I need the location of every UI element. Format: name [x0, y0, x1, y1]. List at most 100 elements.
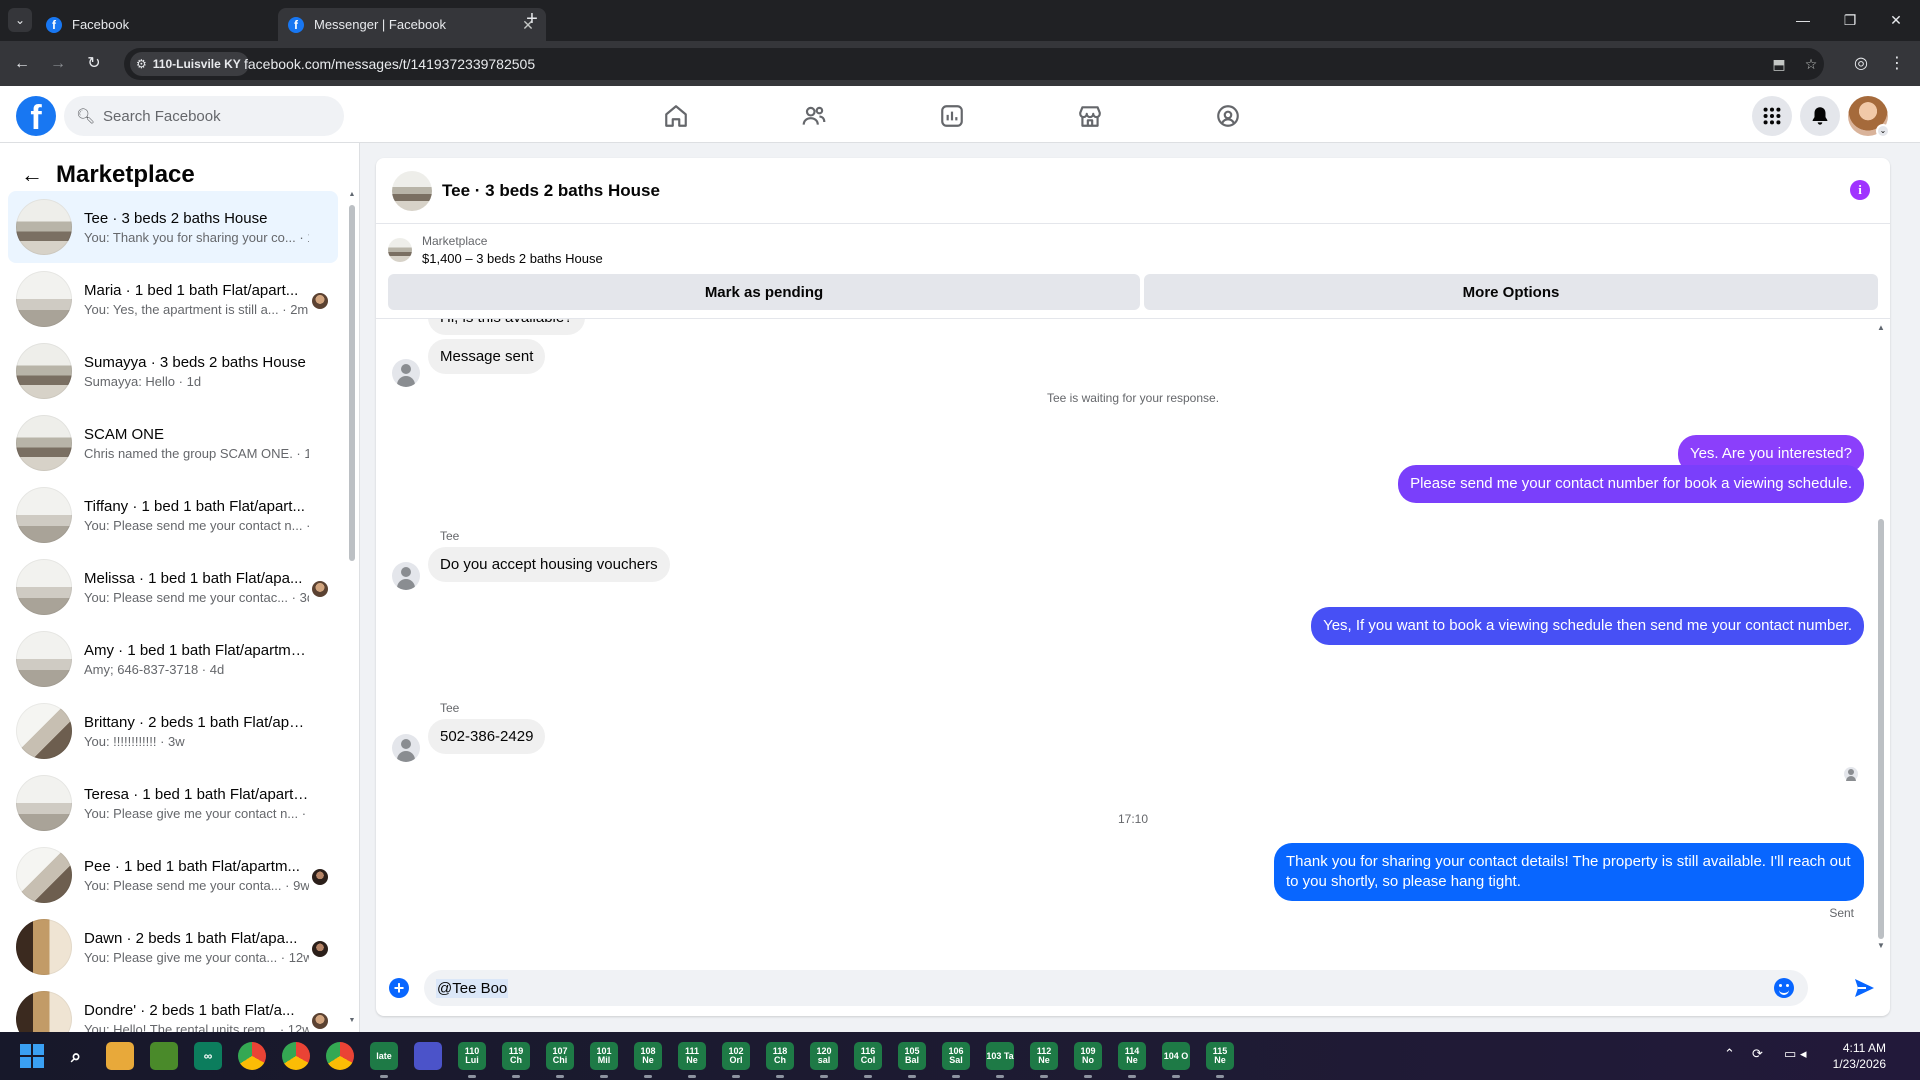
chevron-down-icon: ⌄ [1876, 124, 1890, 138]
taskbar-app-102[interactable]: 102 Orl [722, 1042, 750, 1078]
home-nav-icon[interactable] [620, 96, 732, 136]
taskbar-app-101[interactable]: 101 Mil [590, 1042, 618, 1078]
listing-summary[interactable]: Marketplace $1,400 – 3 beds 2 baths Hous… [388, 232, 603, 268]
forward-arrow-icon[interactable]: → [45, 51, 71, 77]
scroll-down-arrow-icon[interactable]: ▼ [348, 1017, 356, 1024]
conversation-item[interactable]: Sumayya · 3 beds 2 baths House Sumayya: H… [8, 335, 338, 407]
conversation-name: Amy · 1 bed 1 bath Flat/apartment [84, 641, 309, 659]
sync-icon[interactable]: ⟳ [1752, 1046, 1763, 1062]
plus-icon[interactable]: + [389, 978, 409, 998]
file-explorer-icon[interactable] [106, 1042, 134, 1070]
browser-menu-icon[interactable]: ⋮ [1884, 51, 1910, 77]
bookmark-star-icon[interactable]: ☆ [1801, 54, 1821, 74]
friends-nav-icon[interactable] [758, 96, 870, 136]
back-arrow-icon[interactable]: ← [16, 159, 48, 191]
search-input[interactable] [103, 107, 324, 125]
scroll-down-arrow-icon[interactable]: ▼ [1876, 941, 1886, 950]
conversation-item[interactable]: Amy · 1 bed 1 bath Flat/apartment Amy; 64… [8, 623, 338, 695]
reload-icon[interactable]: ↻ [81, 51, 107, 77]
gaming-nav-icon[interactable] [1172, 96, 1284, 136]
taskbar-app-103[interactable]: 103 Ta [986, 1042, 1014, 1078]
system-clock[interactable]: 4:11 AM 1/23/2026 [1816, 1040, 1886, 1072]
notifications-bell-icon[interactable] [1800, 96, 1840, 136]
back-arrow-icon[interactable]: ← [9, 51, 35, 77]
install-app-icon[interactable]: ⬒ [1769, 54, 1789, 74]
taskbar-app-104[interactable]: 104 O [1162, 1042, 1190, 1078]
conversation-name: Maria · 1 bed 1 bath Flat/apart... [84, 281, 299, 299]
restore-window-icon[interactable]: ❐ [1827, 6, 1873, 34]
network-icon[interactable]: ▭ [1784, 1046, 1796, 1062]
taskbar-app-120[interactable]: 120 sal [810, 1042, 838, 1078]
profile-icon[interactable]: ◎ [1848, 51, 1874, 77]
marketplace-nav-icon[interactable] [1034, 96, 1146, 136]
address-bar[interactable]: ⚙ 110-Luisvile KY facebook.com/messages/… [124, 48, 1824, 80]
conversation-item[interactable]: Melissa · 1 bed 1 bath Flat/apa... You: P… [8, 551, 338, 623]
sidebar-scrollbar[interactable]: ▲ ▼ [348, 191, 356, 1027]
sender-avatar [392, 734, 420, 762]
taskbar-app-112[interactable]: 112 Ne [1030, 1042, 1058, 1078]
infinity-app-icon[interactable]: ∞ [194, 1042, 222, 1070]
volume-icon[interactable]: ◂ [1800, 1046, 1807, 1062]
scrollbar-thumb[interactable] [1878, 519, 1884, 939]
listing-thumbnail [16, 415, 72, 471]
waiting-notice: Tee is waiting for your response. [1046, 391, 1220, 405]
windows-start-icon[interactable] [20, 1044, 44, 1068]
conversation-item[interactable]: Dondre' · 2 beds 1 bath Flat/a... You: He… [8, 983, 338, 1032]
taskbar-app-106[interactable]: 106 Sal [942, 1042, 970, 1078]
menu-grid-icon[interactable] [1752, 96, 1792, 136]
taskbar-app-111[interactable]: 111 Ne [678, 1042, 706, 1078]
listing-thumbnail [16, 703, 72, 759]
browser-tab-facebook[interactable]: f Facebook ✕ [36, 8, 304, 41]
scrollbar-thumb[interactable] [349, 205, 355, 561]
conversation-item[interactable]: SCAM ONE Chris named the group SCAM ONE. … [8, 407, 338, 479]
message-input[interactable]: @Tee Boo [424, 970, 1808, 1006]
conversation-item[interactable]: Dawn · 2 beds 1 bath Flat/apa... You: Ple… [8, 911, 338, 983]
conversation-item[interactable]: Tee · 3 beds 2 baths House You: Thank you… [8, 191, 338, 263]
search-icon[interactable]: ⌕ [62, 1042, 90, 1070]
taskbar-app-116[interactable]: 116 Col [854, 1042, 882, 1078]
chrome-icon[interactable] [238, 1042, 266, 1070]
taskbar-app-114[interactable]: 114 Ne [1118, 1042, 1146, 1078]
tab-search-chevron-icon[interactable]: ⌄ [8, 8, 32, 32]
video-nav-icon[interactable] [896, 96, 1008, 136]
scroll-up-arrow-icon[interactable]: ▲ [1876, 323, 1886, 332]
url-text[interactable]: facebook.com/messages/t/1419372339782505 [244, 56, 535, 72]
taskbar-app-107[interactable]: 107 Chi [546, 1042, 574, 1078]
chat-listing-avatar[interactable] [392, 170, 432, 211]
scroll-up-arrow-icon[interactable]: ▲ [348, 191, 356, 198]
chat-title[interactable]: Tee · 3 beds 2 baths House [442, 181, 660, 201]
app-icon[interactable] [414, 1042, 442, 1070]
site-info-chip[interactable]: ⚙ 110-Luisvile KY [130, 52, 249, 76]
mark-as-pending-button[interactable]: Mark as pending [388, 274, 1140, 310]
chrome-icon[interactable] [326, 1042, 354, 1070]
conversation-item[interactable]: Teresa · 1 bed 1 bath Flat/apartm... You:… [8, 767, 338, 839]
taskbar-app-115[interactable]: 115 Ne [1206, 1042, 1234, 1078]
minimize-window-icon[interactable]: — [1780, 6, 1826, 34]
browser-tab-messenger[interactable]: f Messenger | Facebook ✕ [278, 8, 546, 41]
conversation-item[interactable]: Maria · 1 bed 1 bath Flat/apart... You: Y… [8, 263, 338, 335]
facebook-logo-icon[interactable]: f [16, 96, 56, 136]
taskbar-app-105[interactable]: 105 Bal [898, 1042, 926, 1078]
taskbar-app-108[interactable]: 108 Ne [634, 1042, 662, 1078]
info-icon[interactable]: i [1850, 180, 1870, 200]
more-options-button[interactable]: More Options [1144, 274, 1878, 310]
taskbar-app-110[interactable]: 110 Lui [458, 1042, 486, 1078]
conversation-item[interactable]: Brittany · 2 beds 1 bath Flat/apa... You:… [8, 695, 338, 767]
chrome-icon[interactable] [282, 1042, 310, 1070]
thread-scrollbar[interactable]: ▲ ▼ [1876, 323, 1886, 953]
facebook-search[interactable]: 🔍︎ [64, 96, 344, 136]
emoji-icon[interactable] [1774, 978, 1794, 998]
composer-text[interactable]: @Tee Boo [436, 978, 509, 998]
tray-chevron-up-icon[interactable]: ⌃ [1724, 1046, 1735, 1062]
send-icon[interactable] [1852, 976, 1876, 1000]
taskbar-app-109[interactable]: 109 No [1074, 1042, 1102, 1078]
taskbar-app-119[interactable]: 119 Ch [502, 1042, 530, 1078]
close-window-icon[interactable]: ✕ [1873, 6, 1919, 34]
notepad-icon[interactable] [150, 1042, 178, 1070]
spreadsheet-icon[interactable]: late [370, 1042, 398, 1078]
account-avatar[interactable]: ⌄ [1848, 96, 1890, 138]
taskbar-app-118[interactable]: 118 Ch [766, 1042, 794, 1078]
new-tab-plus-icon[interactable]: + [520, 8, 544, 32]
conversation-item[interactable]: Tiffany · 1 bed 1 bath Flat/apart... You:… [8, 479, 338, 551]
conversation-item[interactable]: Pee · 1 bed 1 bath Flat/apartm... You: Pl… [8, 839, 338, 911]
